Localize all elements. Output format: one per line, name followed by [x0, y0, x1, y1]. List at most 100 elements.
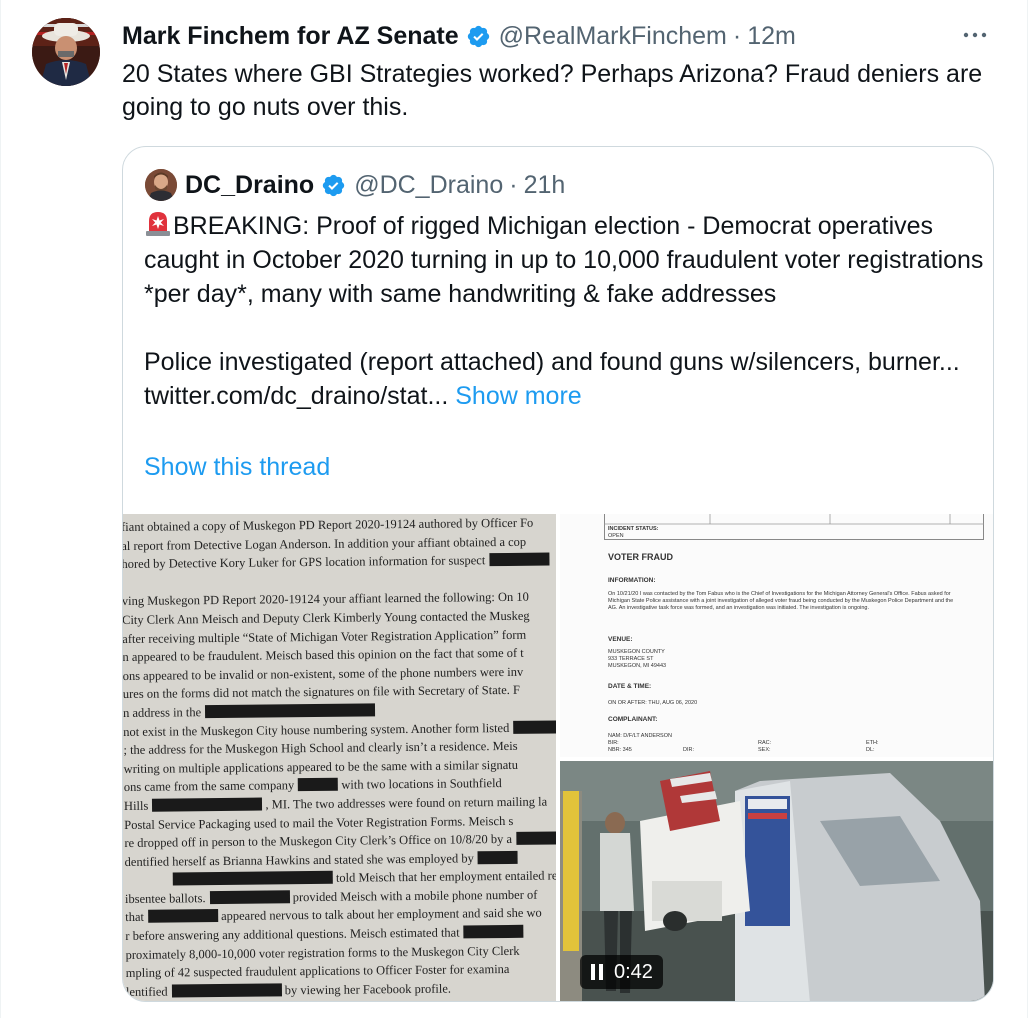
- affidavit-line-text: ures on the forms did not match the sign…: [123, 683, 521, 702]
- date-label: DATE & TIME:: [608, 683, 652, 690]
- video-player[interactable]: 0:42: [560, 761, 993, 1001]
- affidavit-line-text: ibsentee ballots.: [124, 891, 206, 906]
- quoted-paragraph-2: Police investigated (report attached) an…: [144, 345, 984, 413]
- venue-line-3: MUSKEGON, MI 49443: [608, 663, 667, 669]
- incident-status-label: INCIDENT STATUS:: [608, 526, 659, 532]
- redaction-block: [147, 909, 218, 924]
- affidavit-line-text: ons appeared to be invalid or non-existe…: [123, 664, 524, 683]
- affidavit-line-text: mpling of 42 suspected fraudulent applic…: [125, 962, 510, 981]
- information-label: INFORMATION:: [608, 577, 656, 584]
- redaction-block: [171, 983, 282, 998]
- affidavit-line-text: r before answering any additional questi…: [125, 925, 460, 944]
- redaction-block: [463, 924, 524, 939]
- complainant-dir: DIR:: [683, 747, 694, 753]
- complainant-sex: SEX:: [758, 747, 771, 753]
- show-more-link[interactable]: Show more: [455, 382, 581, 410]
- redaction-block: [298, 778, 339, 792]
- quoted-paragraph-1-text: BREAKING: Proof of rigged Michigan elect…: [144, 212, 984, 308]
- affidavit-line-text: ons came from the same company: [123, 778, 295, 795]
- affidavit-line-continuation: told Meisch that her employment entailed…: [335, 868, 556, 886]
- quoted-author-handle[interactable]: @DC_Draino: [354, 171, 503, 200]
- affidavit-line-continuation: with two locations in Southfield: [338, 776, 502, 793]
- redaction-block: [205, 703, 376, 719]
- tweet-page: Mark Finchem for AZ Senate @RealMarkFinc…: [0, 0, 1028, 1018]
- police-siren-icon: [146, 212, 170, 236]
- author-handle[interactable]: @RealMarkFinchem: [499, 22, 727, 51]
- affidavit-line-continuation: by viewing her Facebook profile.: [281, 981, 452, 998]
- quoted-author-name[interactable]: DC_Draino: [185, 171, 314, 200]
- affidavit-line-continuation: , MI. The two addresses were found on re…: [262, 794, 548, 812]
- affidavit-line-text: al report from Detective Logan Anderson.…: [123, 534, 527, 553]
- author-name[interactable]: Mark Finchem for AZ Senate: [122, 22, 459, 51]
- author-avatar-image: [32, 18, 100, 86]
- affidavit-line-text: n address in the: [123, 705, 202, 720]
- police-report: INCIDENT STATUS: OPEN VOTER FRAUD INFORM…: [560, 514, 993, 757]
- affidavit-text: fiant obtained a copy of Muskegon PD Rep…: [123, 514, 556, 1001]
- quoted-header: DC_Draino @DC_Draino · 21h: [185, 167, 565, 203]
- incident-status-value: OPEN: [608, 533, 624, 539]
- video-time-badge[interactable]: 0:42: [580, 955, 663, 989]
- quoted-tweet-text: BREAKING: Proof of rigged Michigan elect…: [144, 209, 984, 413]
- redaction-block: [477, 850, 518, 864]
- affidavit-line-text: dentified herself as Brianna Hawkins and…: [124, 851, 474, 869]
- redaction-block: [172, 871, 333, 886]
- more-options-icon[interactable]: [958, 22, 992, 48]
- complainant-dl: DL:: [866, 747, 875, 753]
- left-border: [0, 0, 1, 1018]
- affidavit-line-text: fiant obtained a copy of Muskegon PD Rep…: [123, 515, 534, 534]
- affidavit-line-text: re dropped off in person to the Muskegon…: [124, 832, 513, 851]
- author-avatar[interactable]: [32, 18, 100, 86]
- affidavit-line-text: after receiving multiple “State of Michi…: [123, 627, 527, 646]
- affidavit-line-text: hored by Detective Kory Luker for GPS lo…: [123, 553, 486, 572]
- header-separator: ·: [732, 21, 742, 50]
- tweet-header: Mark Finchem for AZ Senate @RealMarkFinc…: [122, 18, 796, 54]
- affidavit-line-text: not exist in the Muskegon City house num…: [123, 720, 510, 739]
- affidavit-line-continuation: appeared nervous to talk about her emplo…: [217, 906, 542, 924]
- complainant-nbr: NBR: 345: [608, 747, 632, 753]
- affidavit-line-text: n appeared to be fraudulent. Meisch base…: [123, 645, 524, 665]
- quoted-paragraph-2-text: Police investigated (report attached) an…: [144, 348, 960, 376]
- quoted-timestamp[interactable]: 21h: [524, 171, 566, 200]
- affidavit-line-continuation: provided Meisch with a mobile phone numb…: [289, 887, 538, 905]
- report-title: VOTER FRAUD: [608, 552, 673, 562]
- quoted-avatar-image: [145, 169, 177, 201]
- venue-line-1: MUSKEGON COUNTY: [608, 649, 665, 655]
- information-text: On 10/21/20 I was contacted by the Tom F…: [608, 591, 954, 611]
- pause-icon[interactable]: [590, 964, 604, 980]
- tweet-timestamp[interactable]: 12m: [747, 22, 796, 51]
- redaction-block: [515, 831, 556, 845]
- complainant-bir: BIR:: [608, 740, 619, 746]
- quoted-verified-badge-icon: [323, 174, 345, 196]
- police-report-image[interactable]: INCIDENT STATUS: OPEN VOTER FRAUD INFORM…: [560, 514, 993, 757]
- affidavit-line-text: proximately 8,000-10,000 voter registrat…: [125, 943, 520, 962]
- venue-label: VENUE:: [608, 636, 633, 643]
- quoted-author-avatar[interactable]: [145, 169, 177, 201]
- quoted-tweet[interactable]: DC_Draino @DC_Draino · 21h BREAKING: Pro…: [122, 146, 994, 1002]
- affidavit-line-text: Hills: [123, 798, 149, 813]
- affidavit-image[interactable]: fiant obtained a copy of Muskegon PD Rep…: [123, 514, 556, 1001]
- more-dots-icon: [963, 32, 987, 38]
- media-grid: fiant obtained a copy of Muskegon PD Rep…: [123, 514, 993, 1001]
- redaction-block: [513, 719, 556, 734]
- verified-badge-icon: [467, 25, 489, 47]
- affidavit-line-text: ving Muskegon PD Report 2020-19124 your …: [123, 590, 529, 609]
- affidavit-line-text: City Clerk Ann Meisch and Deputy Clerk K…: [123, 608, 530, 627]
- tweet-text: 20 States where GBI Strategies worked? P…: [122, 60, 983, 121]
- affidavit-line-text: Postal Service Packaging used to mail th…: [124, 813, 514, 832]
- redaction-block: [489, 552, 550, 567]
- affidavit-line-text: writing on multiple applications appeare…: [123, 757, 519, 776]
- quoted-tweet-link[interactable]: twitter.com/dc_draino/stat...: [144, 382, 448, 410]
- date-value: ON OR AFTER: THU, AUG 06, 2020: [608, 700, 698, 706]
- complainant-label: COMPLAINANT:: [608, 716, 658, 723]
- affidavit-line-text: lentified: [125, 984, 168, 999]
- complainant-rac: RAC:: [758, 740, 772, 746]
- complainant-name: NAM: D/F/LT ANDERSON: [608, 733, 672, 739]
- complainant-eth: ETH:: [866, 740, 879, 746]
- redaction-block: [209, 890, 290, 904]
- show-thread-link[interactable]: Show this thread: [144, 453, 330, 482]
- video-duration: 0:42: [614, 960, 653, 983]
- affidavit-line-text: that: [125, 910, 145, 925]
- venue-line-2: 933 TERRACE ST: [608, 656, 654, 662]
- quoted-paragraph-1: BREAKING: Proof of rigged Michigan elect…: [144, 209, 984, 311]
